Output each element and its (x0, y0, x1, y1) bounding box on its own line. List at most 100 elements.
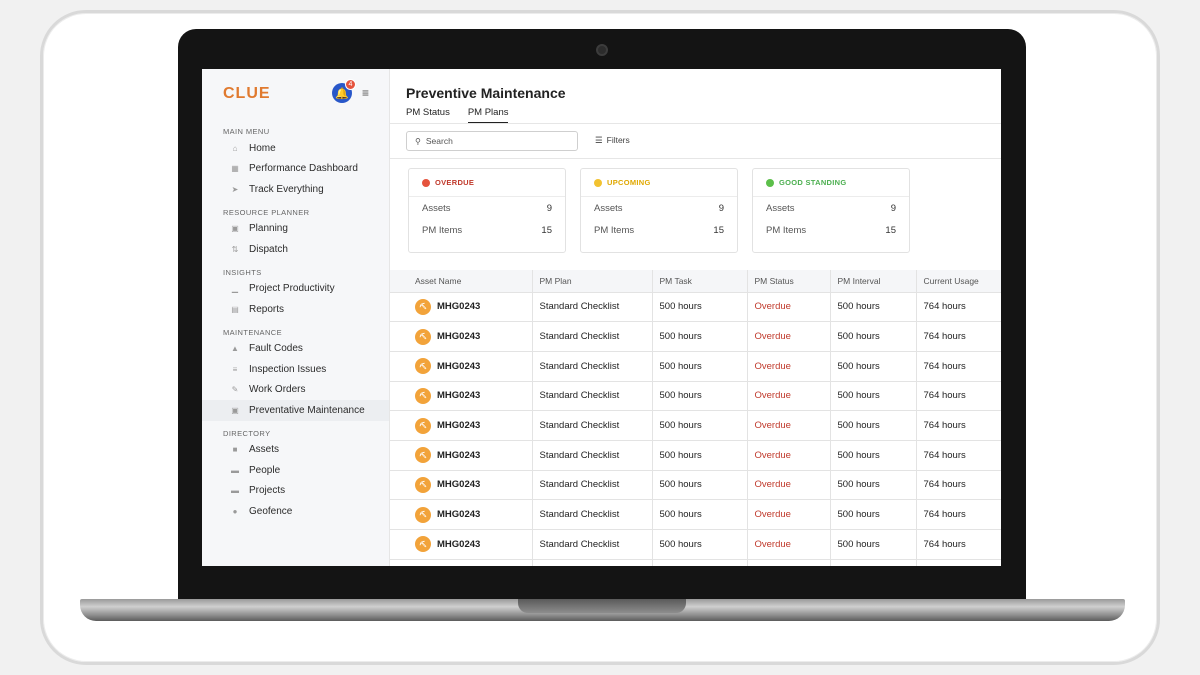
table-row[interactable]: ⛏MHG0243Standard Checklist500 hoursOverd… (390, 470, 1001, 501)
laptop-notch (518, 599, 686, 613)
folder-icon: ▬ (231, 486, 239, 496)
sidebar-item-reports[interactable]: ▤ Reports (202, 299, 389, 320)
sidebar-section: MAIN MENU ⌂ Home ▦ Performance Dashboard ➤ Tra… (202, 126, 389, 200)
card-header: GOOD STANDING (753, 169, 909, 197)
sidebar-item-work-orders[interactable]: ✎ Work Orders (202, 380, 389, 401)
asset-cell: ⛏ MHG0243 (397, 506, 532, 523)
sidebar-item-assets[interactable]: ■ Assets (202, 440, 389, 461)
calendar-icon: ▣ (231, 224, 239, 234)
asset-cell: ⛏ MHG0243 (397, 476, 532, 493)
sidebar-item-label: Work Orders (249, 384, 306, 396)
column-header-asset-name[interactable]: Asset Name (390, 270, 533, 293)
table-row[interactable]: ⛏MHG0243Standard Checklist500 hoursOverd… (390, 529, 1001, 560)
status-card-overdue[interactable]: OVERDUE Assets 9 PM Items 15 (408, 168, 566, 253)
sidebar-item-inspection-issues[interactable]: ≡ Inspection Issues (202, 359, 389, 380)
column-header-current-usage[interactable]: Current Usage (916, 270, 1001, 293)
sidebar-item-home[interactable]: ⌂ Home (202, 138, 389, 159)
table-cell: 500 hours (652, 381, 748, 412)
table-row[interactable]: ⛏MHG0243Standard Checklist500 hoursOverd… (390, 292, 1001, 323)
table-row[interactable]: ⛏MHG0243Standard Checklist500 hoursOverd… (390, 351, 1001, 382)
table-cell: 764 hours (916, 470, 1001, 501)
sidebar-item-dispatch[interactable]: ⇅ Dispatch (202, 239, 389, 260)
table-row[interactable]: ⛏MHG0243Standard Checklist500 hoursOverd… (390, 321, 1001, 352)
table-cell: 500 hours (830, 351, 917, 382)
sidebar-item-preventative-maintenance[interactable]: ▣ Preventative Maintenance (202, 400, 389, 421)
table-cell: 500 hours (830, 559, 917, 566)
card-row-label: Assets (766, 202, 795, 214)
table-cell: 500 hours (652, 470, 748, 501)
table-cell: Overdue (747, 470, 831, 501)
table-cell: ⛏MHG0243 (390, 470, 533, 501)
search-placeholder: Search (425, 136, 453, 146)
table-row[interactable]: ⛏MHG0243Standard Checklist500 hoursOverd… (390, 559, 1001, 566)
table-body: ⛏ MHG0243 Standard Checklist 500 hours Overd… (390, 292, 1001, 566)
dispatch-icon: ⇅ (231, 244, 239, 254)
asset-name[interactable]: MHG0243 (437, 479, 480, 490)
card-header: OVERDUE (409, 169, 565, 197)
asset-cell: ⛏ MHG0243 (397, 328, 532, 345)
asset-name[interactable]: MHG0243 (437, 539, 480, 550)
search-input[interactable]: ⚲ Search (406, 131, 578, 151)
column-header-pm-plan[interactable]: PM Plan (532, 270, 653, 293)
column-header-pm-status[interactable]: PM Status (747, 270, 831, 293)
sidebar-item-fault-codes[interactable]: ▲ Fault Codes (202, 339, 389, 360)
sidebar-item-projects[interactable]: ▬ Projects (202, 481, 389, 502)
sidebar-item-label: People (249, 464, 281, 476)
table-cell: 500 hours (830, 499, 917, 530)
status-card-good-standing[interactable]: GOOD STANDING Assets 9 PM Items 15 (752, 168, 910, 253)
sidebar-item-label: Preventative Maintenance (249, 404, 365, 416)
sidebar-item-geofence[interactable]: ● Geofence (202, 501, 389, 522)
sidebar-item-label: Home (249, 142, 276, 154)
app-logo[interactable]: CLUE (223, 85, 271, 103)
sidebar-item-track-everything[interactable]: ➤ Track Everything (202, 179, 389, 200)
table-cell: Overdue (747, 351, 831, 382)
sidebar-item-project-productivity[interactable]: ▁ Project Productivity (202, 279, 389, 300)
table-row[interactable]: ⛏MHG0243Standard Checklist500 hoursOverd… (390, 381, 1001, 412)
menu-icon[interactable]: ≡ (362, 86, 369, 100)
excavator-icon: ⛏ (415, 447, 431, 464)
sidebar-item-label: Planning (249, 223, 288, 235)
column-header-pm-task[interactable]: PM Task (652, 270, 748, 293)
tab-pm-status[interactable]: PM Status (406, 107, 450, 123)
asset-name[interactable]: MHG0243 (437, 331, 480, 342)
excavator-icon: ⛏ (415, 298, 431, 315)
filters-button[interactable]: ☰ Filters (595, 135, 630, 146)
asset-name[interactable]: MHG0243 (437, 450, 480, 461)
table-cell: 500 hours (830, 440, 917, 471)
table-row[interactable]: ⛏MHG0243Standard Checklist500 hoursOverd… (390, 499, 1001, 530)
table-header-row: Asset Name PM Plan PM Task PM Status PM Inte… (390, 270, 1001, 293)
truck-icon: ■ (232, 445, 238, 455)
table-cell: 500 hours (652, 499, 748, 530)
asset-name[interactable]: MHG0243 (437, 301, 480, 312)
asset-name[interactable]: MHG0243 (437, 361, 480, 372)
asset-cell: ⛏ MHG0243 (397, 447, 532, 464)
table-cell: 500 hours (830, 321, 917, 352)
status-card-upcoming[interactable]: UPCOMING Assets 9 PM Items 15 (580, 168, 738, 253)
table-cell: 500 hours (652, 292, 748, 323)
table-cell: Overdue (747, 440, 831, 471)
table-cell: 500 hours (830, 529, 917, 560)
sidebar-item-performance-dashboard[interactable]: ▦ Performance Dashboard (202, 159, 389, 180)
excavator-icon: ⛏ (415, 417, 431, 434)
table-cell: Overdue (747, 499, 831, 530)
column-header-pm-interval[interactable]: PM Interval (830, 270, 917, 293)
card-row-assets: Assets 9 (753, 197, 909, 219)
table-row[interactable]: ⛏MHG0243Standard Checklist500 hoursOverd… (390, 440, 1001, 471)
sidebar-item-people[interactable]: ▬ People (202, 460, 389, 481)
table-cell: 764 hours (916, 321, 1001, 352)
sidebar-section: MAINTENANCE ▲ Fault Codes ≡ Inspection Issue… (202, 327, 389, 421)
table-cell: ⛏MHG0243 (390, 559, 533, 566)
tab-pm-plans[interactable]: PM Plans (467, 107, 509, 123)
sidebar-item-planning[interactable]: ▣ Planning (202, 219, 389, 240)
table-row[interactable]: ⛏MHG0243Standard Checklist500 hoursOverd… (390, 410, 1001, 441)
table-cell: 764 hours (916, 440, 1001, 471)
asset-name[interactable]: MHG0243 (437, 509, 480, 520)
card-row-label: PM Items (766, 224, 807, 236)
table-cell: ⛏MHG0243 (390, 321, 533, 352)
table-cell: ⛏MHG0243 (390, 499, 533, 530)
asset-name[interactable]: MHG0243 (437, 420, 480, 431)
status-dot-icon (766, 178, 774, 187)
asset-name[interactable]: MHG0243 (437, 390, 480, 401)
page-title: Preventive Maintenance (406, 85, 566, 101)
table-cell: Overdue (747, 529, 831, 560)
